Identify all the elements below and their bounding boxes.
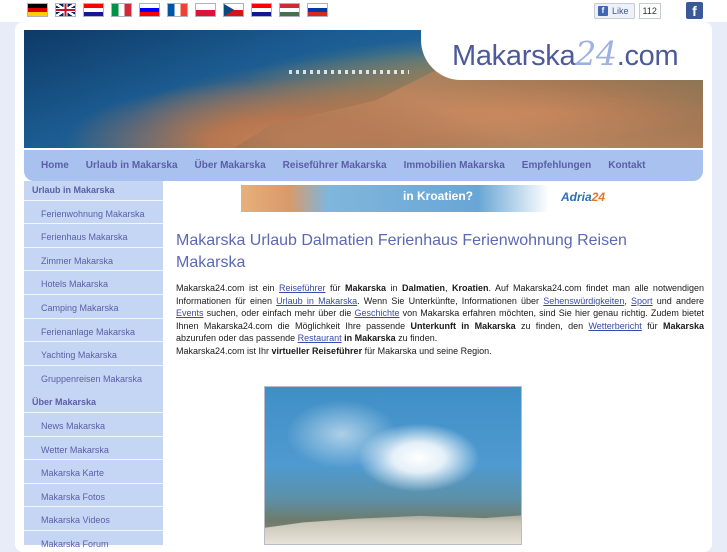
logo-domain: .com <box>616 40 679 72</box>
paragraph-text: und andere <box>652 295 704 306</box>
nav-item--ber-makarska[interactable]: Über Makarska <box>195 160 266 171</box>
paragraph-text: abzurufen oder das passende <box>176 333 298 343</box>
sidebar-item-ferienwohnung-makarska[interactable]: Ferienwohnung Makarska <box>41 209 145 219</box>
czech-flag[interactable] <box>223 3 244 17</box>
sidebar-item-gruppenreisen-makarska[interactable]: Gruppenreisen Makarska <box>41 374 142 384</box>
paragraph-text: Makarska24.com ist ein <box>176 283 279 293</box>
sidebar-item-wetter-makarska[interactable]: Wetter Makarska <box>41 445 109 455</box>
sidebar-divider <box>24 459 163 461</box>
sidebar-item-ferienhaus-makarska[interactable]: Ferienhaus Makarska <box>41 232 128 242</box>
sidebar-divider <box>24 435 163 437</box>
russia-flag[interactable] <box>307 3 328 17</box>
bold-text: Makarska <box>344 283 387 293</box>
nav-item-home[interactable]: Home <box>41 160 69 171</box>
sidebar-item-makarska-forum[interactable]: Makarska Forum <box>41 539 109 549</box>
paragraph-text: für Makarska und seine Region. <box>362 346 492 356</box>
paragraph-text: zu finden. <box>395 333 438 343</box>
inline-link[interactable]: Urlaub in Makarska <box>276 296 357 306</box>
poland-flag[interactable] <box>195 3 216 17</box>
paragraph-text: suchen, oder einfach mehr über die <box>203 308 355 318</box>
sidebar-item-makarska-fotos[interactable]: Makarska Fotos <box>41 492 105 502</box>
bold-text: Kroatien <box>451 283 489 293</box>
language-flags <box>27 3 328 17</box>
croatia-flag-2[interactable] <box>251 3 272 17</box>
paragraph-text: in <box>386 283 402 293</box>
like-count: 112 <box>638 3 661 19</box>
bold-text: Unterkunft in Makarska <box>410 320 516 331</box>
sidebar-item-makarska-karte[interactable]: Makarska Karte <box>41 468 104 478</box>
sidebar-divider <box>24 270 163 272</box>
france-flag[interactable] <box>167 3 188 17</box>
facebook-icon: f <box>598 6 608 16</box>
makarska-aerial-photo <box>264 386 522 545</box>
sidebar-item-hotels-makarska[interactable]: Hotels Makarska <box>41 279 108 289</box>
bold-text: virtueller Reiseführer <box>271 346 363 356</box>
nav-item-urlaub-in-makarska[interactable]: Urlaub in Makarska <box>86 160 178 171</box>
paragraph-text: für <box>641 320 663 331</box>
sidebar-item-camping-makarska[interactable]: Camping Makarska <box>41 303 119 313</box>
sidebar-divider <box>24 412 163 413</box>
intro-paragraph: Makarska24.com ist ein Reiseführer für M… <box>176 282 704 345</box>
bold-text: Dalmatien <box>401 283 445 293</box>
sidebar-divider <box>24 199 163 201</box>
bold-text: in Makarska <box>344 333 396 343</box>
hungary-flag[interactable] <box>279 3 300 17</box>
german-flag[interactable] <box>27 3 48 17</box>
sidebar-item-zimmer-makarska[interactable]: Zimmer Makarska <box>41 256 113 266</box>
secondary-paragraph: Makarska24.com ist Ihr virtueller Reisef… <box>176 345 704 357</box>
inline-link[interactable]: Events <box>176 308 204 318</box>
sidebar-divider <box>24 364 163 366</box>
inline-link[interactable]: Sport <box>631 296 653 306</box>
nav-item-reisef-hrer-makarska[interactable]: Reiseführer Makarska <box>283 160 387 171</box>
sidebar-item-makarska-videos[interactable]: Makarska Videos <box>41 515 110 525</box>
paragraph-text: für <box>325 283 345 293</box>
facebook-like-widget[interactable]: f Like 112 <box>594 3 661 19</box>
sidebar-divider <box>24 223 163 225</box>
nav-item-empfehlungen[interactable]: Empfehlungen <box>522 160 591 171</box>
slovenia-flag[interactable] <box>139 3 160 17</box>
adria24-ad-banner[interactable]: in Kroatien? Adria24 <box>241 185 636 212</box>
sidebar-menu: Urlaub in Makarska Ferienwohnung Makarska… <box>24 181 163 549</box>
page-title: Makarska Urlaub Dalmatien Ferienhaus Fer… <box>176 232 627 271</box>
paragraph-text: , <box>445 283 452 293</box>
facebook-like-button[interactable]: f Like <box>594 3 635 19</box>
sidebar-section--ber-makarska[interactable]: Über Makarska <box>32 397 96 407</box>
croatia-flag[interactable] <box>83 3 104 17</box>
sidebar-divider <box>24 482 163 484</box>
italy-flag[interactable] <box>111 3 132 17</box>
like-label: Like <box>612 6 629 16</box>
sidebar-item-yachting-makarska[interactable]: Yachting Makarska <box>41 350 117 360</box>
paragraph-text: zu finden, den <box>515 320 589 331</box>
inline-link[interactable]: Sehenswürdigkeiten <box>543 296 624 306</box>
inline-link[interactable]: Restaurant <box>298 333 342 343</box>
sidebar-divider <box>24 341 163 343</box>
uk-flag[interactable] <box>55 3 76 17</box>
sidebar-item-news-makarska[interactable]: News Makarska <box>41 421 105 431</box>
photo-coastline <box>265 515 521 544</box>
top-bar: f Like 112 f <box>0 0 727 22</box>
nav-item-immobilien-makarska[interactable]: Immobilien Makarska <box>404 160 505 171</box>
logo-number: 24 <box>575 34 617 73</box>
sidebar-divider <box>24 506 163 508</box>
ad-text: in Kroatien? <box>403 189 474 203</box>
ad-brand-logo: Adria24 <box>561 190 606 204</box>
sidebar-section-urlaub-in-makarska[interactable]: Urlaub in Makarska <box>32 185 115 195</box>
inline-link[interactable]: Reiseführer <box>279 283 326 293</box>
facebook-page-icon[interactable]: f <box>686 2 703 19</box>
sidebar-divider <box>24 294 163 295</box>
banner-marina <box>289 70 409 74</box>
inline-link[interactable]: Wetterbericht <box>588 321 641 331</box>
sidebar-divider <box>24 530 163 531</box>
main-navigation: Home Urlaub in Makarska Über Makarska Reise… <box>24 150 703 181</box>
sidebar-divider <box>24 317 163 319</box>
inline-link[interactable]: Geschichte <box>354 308 399 318</box>
sidebar-item-ferienanlage-makarska[interactable]: Ferienanlage Makarska <box>41 327 135 337</box>
site-logo[interactable]: Makarska24.com <box>452 34 679 73</box>
bold-text: Makarska <box>662 320 704 331</box>
sidebar-divider <box>24 246 163 248</box>
paragraph-text: . Wenn Sie Unterkünfte, Informationen üb… <box>357 295 544 306</box>
nav-item-kontakt[interactable]: Kontakt <box>608 160 645 171</box>
paragraph-text: Makarska24.com ist Ihr <box>176 346 272 356</box>
logo-text: Makarska <box>452 40 576 72</box>
